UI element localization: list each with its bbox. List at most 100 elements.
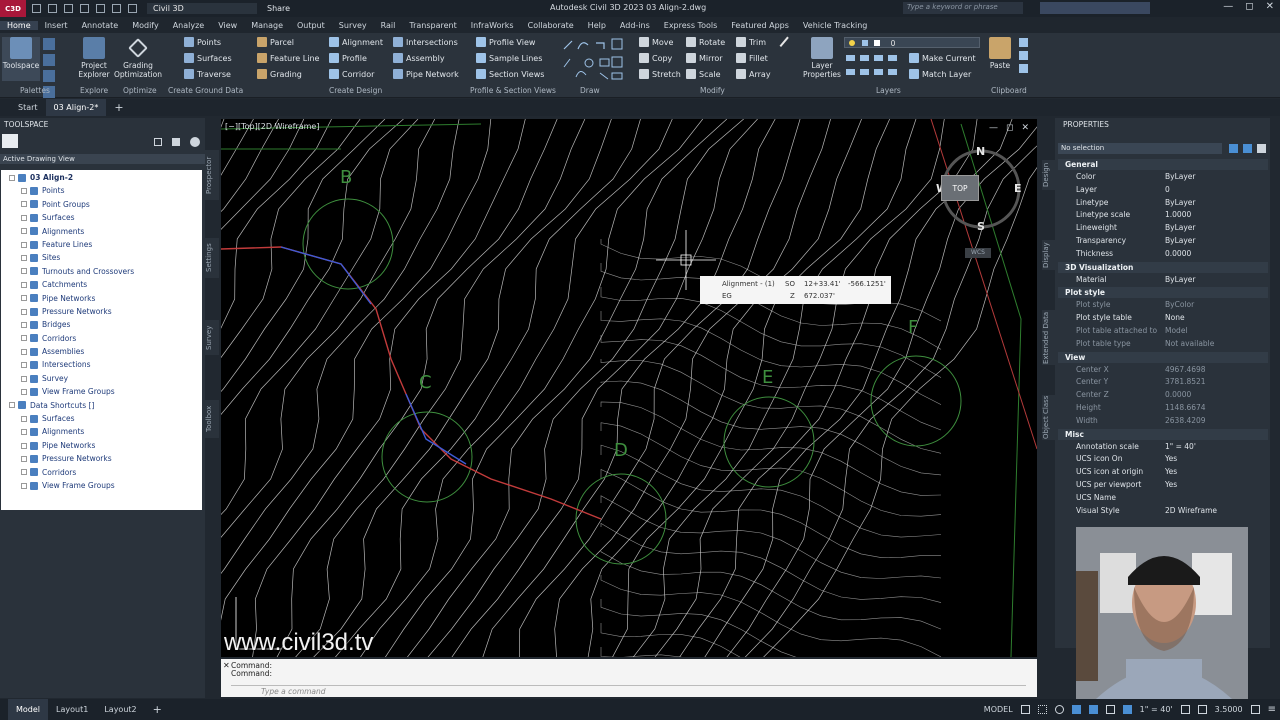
palette-icon[interactable] — [43, 38, 55, 50]
property-row[interactable]: Linetype scale 1.0000 — [1058, 210, 1268, 222]
menu-tab-rail[interactable]: Rail — [374, 21, 403, 30]
panel-label-create-design[interactable]: Create Design — [329, 86, 382, 95]
new-tab-button[interactable]: + — [106, 99, 131, 116]
tab-model[interactable]: Model — [8, 699, 49, 720]
wcs-button[interactable]: WCS — [965, 248, 991, 258]
property-row[interactable]: Linetype ByLayer — [1058, 198, 1268, 210]
property-row[interactable]: Material ByLayer — [1058, 275, 1268, 287]
property-row[interactable]: Plot style table None — [1058, 313, 1268, 325]
expand-icon[interactable] — [21, 255, 27, 262]
tree-node-surfaces[interactable]: Surfaces — [1, 211, 202, 224]
property-row[interactable]: UCS Name — [1058, 493, 1268, 505]
project-explorer-button[interactable]: Project Explorer — [75, 37, 113, 79]
model-space-button[interactable]: MODEL — [984, 705, 1013, 714]
selection-dropdown[interactable]: No selection — [1058, 143, 1222, 154]
section-views-button[interactable]: Section Views — [476, 69, 544, 79]
viewcube-top[interactable]: TOP — [941, 175, 979, 201]
tree-node-pipe-networks[interactable]: Pipe Networks — [1, 439, 202, 452]
menu-tab-express-tools[interactable]: Express Tools — [657, 21, 725, 30]
tree-node-view-frame-groups[interactable]: View Frame Groups — [1, 385, 202, 398]
menu-tab-home[interactable]: Home — [0, 20, 38, 30]
new-icon[interactable] — [32, 4, 41, 13]
status-value[interactable]: 3.5000 — [1215, 705, 1243, 714]
ortho-icon[interactable] — [1054, 705, 1064, 714]
app-logo[interactable]: C3D — [0, 0, 26, 17]
tree-node-view-frame-groups[interactable]: View Frame Groups — [1, 479, 202, 492]
tree-node-turnouts-and-crossovers[interactable]: Turnouts and Crossovers — [1, 265, 202, 278]
layer-tools[interactable] — [846, 53, 902, 81]
sample-lines-button[interactable]: Sample Lines — [476, 53, 542, 63]
vp-minimize-icon[interactable]: — — [989, 123, 998, 133]
saveas-icon[interactable] — [80, 4, 89, 13]
add-layout-button[interactable]: + — [145, 699, 170, 720]
toolspace-view-select[interactable]: Active Drawing View — [0, 154, 205, 164]
property-row[interactable]: UCS icon On Yes — [1058, 454, 1268, 466]
palette-icon[interactable] — [43, 54, 55, 66]
tree-node-points[interactable]: Points — [1, 184, 202, 197]
property-row[interactable]: Visual Style 2D Wireframe — [1058, 506, 1268, 518]
tree-node-pipe-networks[interactable]: Pipe Networks — [1, 292, 202, 305]
section-misc[interactable]: Misc — [1058, 428, 1268, 440]
trim-button[interactable]: Trim — [736, 37, 766, 47]
section-general[interactable]: General — [1058, 159, 1268, 170]
expand-icon[interactable] — [21, 375, 27, 382]
panel-label-modify[interactable]: Modify — [700, 86, 725, 95]
lineweight-icon[interactable] — [1105, 705, 1115, 714]
copy-icon[interactable] — [1019, 51, 1028, 60]
gear-icon[interactable] — [1180, 705, 1190, 714]
print-icon[interactable] — [96, 4, 105, 13]
property-row[interactable]: Plot table type Not available — [1058, 339, 1268, 351]
tree-node-assemblies[interactable]: Assemblies — [1, 345, 202, 358]
rotate-button[interactable]: Rotate — [686, 37, 725, 47]
tree-node-surfaces[interactable]: Surfaces — [1, 412, 202, 425]
expand-icon[interactable] — [21, 388, 27, 395]
grid-icon[interactable] — [1020, 705, 1030, 714]
expand-icon[interactable] — [21, 321, 27, 328]
panel-label-palettes[interactable]: Palettes — [20, 86, 50, 95]
selection-cycling-icon[interactable] — [1122, 705, 1132, 714]
make-current-button[interactable]: Make Current — [909, 53, 976, 63]
mirror-button[interactable]: Mirror — [686, 53, 723, 63]
doc-tab-drawing[interactable]: 03 Align-2* — [45, 99, 107, 116]
tree-node-point-groups[interactable]: Point Groups — [1, 198, 202, 211]
vp-restore-icon[interactable]: ◻ — [1006, 123, 1013, 133]
expand-icon[interactable] — [21, 201, 27, 208]
assembly-button[interactable]: Assembly — [393, 53, 445, 63]
grading-button[interactable]: Grading — [257, 69, 302, 79]
expand-icon[interactable] — [21, 442, 27, 449]
menu-tab-add-ins[interactable]: Add-ins — [613, 21, 657, 30]
alignment-button[interactable]: Alignment — [329, 37, 383, 47]
tree-node-catchments[interactable]: Catchments — [1, 278, 202, 291]
draw-icons[interactable] — [560, 37, 630, 81]
command-input[interactable]: Type a command — [231, 685, 1026, 696]
property-row[interactable]: UCS per viewport Yes — [1058, 480, 1268, 492]
property-row[interactable]: UCS icon at origin Yes — [1058, 467, 1268, 479]
open-icon[interactable] — [48, 4, 57, 13]
toolspace-button[interactable]: Toolspace — [2, 37, 40, 81]
expand-icon[interactable] — [21, 429, 27, 436]
menu-tab-collaborate[interactable]: Collaborate — [521, 21, 581, 30]
menu-tab-annotate[interactable]: Annotate — [75, 21, 126, 30]
tree-node-data-shortcuts-[interactable]: Data Shortcuts [] — [1, 399, 202, 412]
share-button[interactable]: Share — [267, 4, 290, 13]
traverse-button[interactable]: Traverse — [184, 69, 231, 79]
menu-tab-insert[interactable]: Insert — [38, 21, 75, 30]
expand-icon[interactable] — [21, 469, 27, 476]
viewport-controls-label[interactable]: [−][Top][2D Wireframe] — [225, 122, 319, 131]
property-row[interactable]: Lineweight ByLayer — [1058, 223, 1268, 235]
tab-design[interactable]: Design — [1042, 160, 1056, 190]
tab-prospector[interactable]: Prospector — [205, 150, 219, 200]
tree-node-pressure-networks[interactable]: Pressure Networks — [1, 305, 202, 318]
intersections-button[interactable]: Intersections — [393, 37, 458, 47]
property-row[interactable]: Plot style ByColor — [1058, 300, 1268, 312]
layer-dropdown[interactable]: 0 — [844, 37, 980, 48]
fillet-button[interactable]: Fillet — [736, 53, 768, 63]
expand-icon[interactable] — [21, 295, 27, 302]
pipe-network-button[interactable]: Pipe Network — [393, 69, 459, 79]
menu-tab-analyze[interactable]: Analyze — [166, 21, 212, 30]
property-row[interactable]: Center Y 3781.8521 — [1058, 377, 1268, 389]
panel-label-layers[interactable]: Layers — [876, 86, 901, 95]
tab-object-class[interactable]: Object Class — [1042, 395, 1056, 440]
tree-node-sites[interactable]: Sites — [1, 251, 202, 264]
expand-icon[interactable] — [21, 228, 27, 235]
